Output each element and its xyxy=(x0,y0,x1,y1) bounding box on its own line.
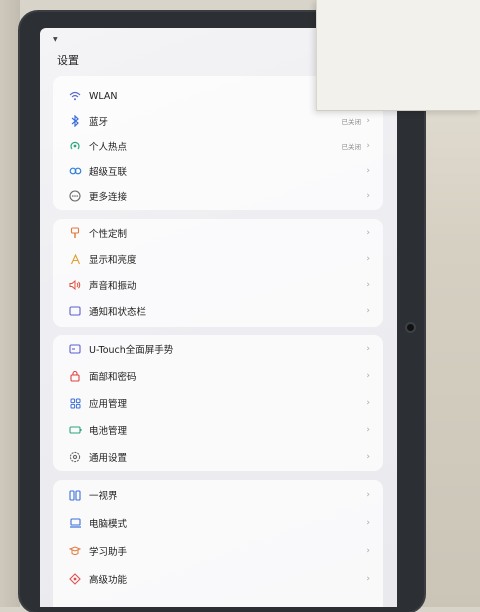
settings-item-display[interactable]: 显示和亮度 › xyxy=(53,246,383,272)
chevron-right-icon: › xyxy=(366,253,370,264)
chevron-right-icon: › xyxy=(366,227,370,238)
features-card: 一视界 › 电脑模式 › 学习助手 › 高级功能 › xyxy=(53,480,383,607)
battery-icon xyxy=(68,423,82,437)
item-label: 更多连接 xyxy=(89,192,128,203)
settings-item-apps[interactable]: 应用管理 › xyxy=(53,390,383,416)
lock-icon xyxy=(68,369,82,383)
item-label: 一视界 xyxy=(89,491,118,502)
background-left xyxy=(0,0,20,607)
computer-icon xyxy=(68,516,82,530)
item-label: U-Touch全面屏手势 xyxy=(89,345,174,356)
item-label: 个人热点 xyxy=(89,142,128,153)
wifi-icon xyxy=(68,89,82,103)
settings-item-lock[interactable]: 面部和密码 › xyxy=(53,363,383,389)
settings-item-personalization[interactable]: 个性定制 › xyxy=(53,220,383,246)
gesture-icon xyxy=(68,342,82,356)
gear-icon xyxy=(68,450,82,464)
item-label: 面部和密码 xyxy=(89,372,137,383)
settings-item-notification[interactable]: 通知和状态栏 › xyxy=(53,298,383,324)
item-label: 电池管理 xyxy=(89,426,128,437)
chevron-right-icon: › xyxy=(366,190,370,201)
settings-item-sound[interactable]: 声音和振动 › xyxy=(53,272,383,298)
item-label: 高级功能 xyxy=(89,575,128,586)
advanced-icon xyxy=(68,572,82,586)
chevron-right-icon: › xyxy=(366,397,370,408)
item-label: 应用管理 xyxy=(89,399,128,410)
settings-item-more-connections[interactable]: 更多连接 › xyxy=(53,183,383,209)
chevron-right-icon: › xyxy=(366,451,370,462)
system-card: U-Touch全面屏手势 › 面部和密码 › 应用管理 › 电池管理 › 通用设… xyxy=(53,335,383,471)
personalization-icon xyxy=(68,226,82,240)
personalization-card: 个性定制 › 显示和亮度 › 声音和振动 › 通知和状态栏 › xyxy=(53,219,383,327)
display-icon xyxy=(68,252,82,266)
chevron-right-icon: › xyxy=(366,370,370,381)
chevron-right-icon: › xyxy=(366,279,370,290)
chevron-right-icon: › xyxy=(366,140,370,151)
chevron-right-icon: › xyxy=(366,343,370,354)
notification-icon xyxy=(68,304,82,318)
item-label: 超级互联 xyxy=(89,167,128,178)
split-view-icon xyxy=(68,488,82,502)
item-label: 通知和状态栏 xyxy=(89,307,147,318)
chevron-right-icon: › xyxy=(366,489,370,500)
item-label: 声音和振动 xyxy=(89,281,137,292)
chevron-right-icon: › xyxy=(366,545,370,556)
settings-item-split-view[interactable]: 一视界 › xyxy=(53,482,383,508)
page-title: 设置 xyxy=(57,54,79,67)
item-status: 已关闭 xyxy=(341,143,362,151)
item-label: 蓝牙 xyxy=(89,117,109,128)
chevron-right-icon: › xyxy=(366,573,370,584)
camera xyxy=(407,324,414,331)
item-label: 通用设置 xyxy=(89,453,128,464)
chevron-right-icon: › xyxy=(366,165,370,176)
chevron-right-icon: › xyxy=(366,424,370,435)
settings-item-computer-mode[interactable]: 电脑模式 › xyxy=(53,510,383,536)
chevron-right-icon: › xyxy=(366,305,370,316)
bluetooth-icon xyxy=(68,114,82,128)
super-link-icon xyxy=(68,164,82,178)
settings-item-hotspot[interactable]: 个人热点 已关闭 › xyxy=(53,133,383,159)
settings-item-study[interactable]: 学习助手 › xyxy=(53,538,383,564)
item-label: 个性定制 xyxy=(89,229,128,240)
hotspot-icon xyxy=(68,139,82,153)
item-label: 电脑模式 xyxy=(89,519,128,530)
settings-item-battery[interactable]: 电池管理 › xyxy=(53,417,383,443)
paper-sheet xyxy=(316,0,480,111)
item-label: 学习助手 xyxy=(89,547,128,558)
settings-screen: ▼ 设置 WLAN › 蓝牙 已关闭 › 个人热点 已关闭 › xyxy=(40,28,397,607)
item-label: 显示和亮度 xyxy=(89,255,137,266)
settings-item-bluetooth[interactable]: 蓝牙 已关闭 › xyxy=(53,108,383,134)
settings-item-gesture[interactable]: U-Touch全面屏手势 › xyxy=(53,336,383,362)
status-indicator: ▼ xyxy=(53,36,58,43)
chevron-right-icon: › xyxy=(366,115,370,126)
settings-item-general[interactable]: 通用设置 › xyxy=(53,444,383,470)
item-label: WLAN xyxy=(89,90,118,102)
more-connections-icon xyxy=(68,189,82,203)
study-icon xyxy=(68,544,82,558)
item-status: 已关闭 xyxy=(341,118,362,126)
sound-icon xyxy=(68,278,82,292)
settings-item-advanced[interactable]: 高级功能 › xyxy=(53,566,383,592)
chevron-right-icon: › xyxy=(366,517,370,528)
apps-icon xyxy=(68,396,82,410)
settings-item-super-link[interactable]: 超级互联 › xyxy=(53,158,383,184)
